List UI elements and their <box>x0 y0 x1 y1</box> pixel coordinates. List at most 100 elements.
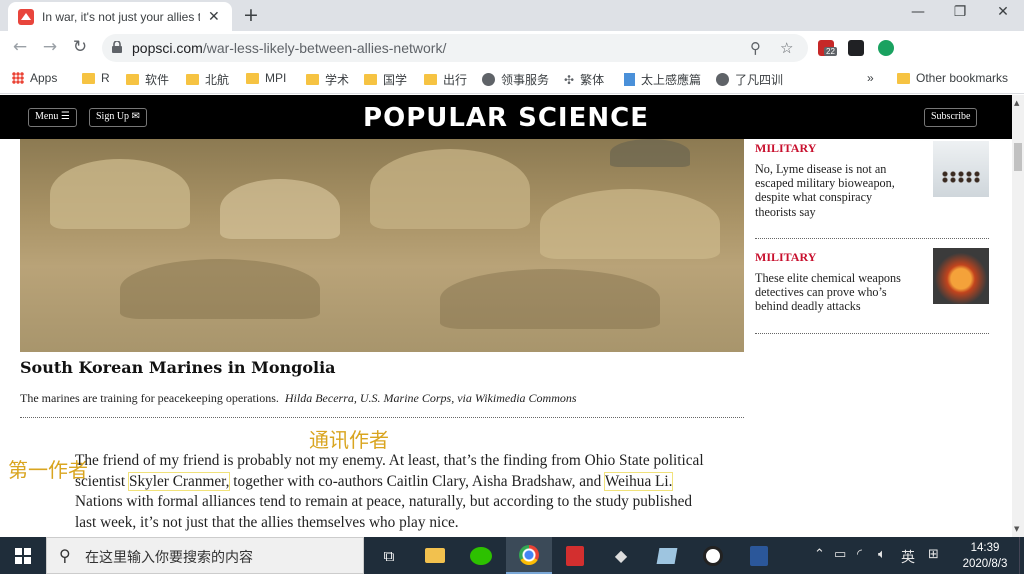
bookmark-apps[interactable]: Apps <box>12 71 57 85</box>
bookmark-folder-beihang[interactable]: 北航 <box>186 71 229 88</box>
bookmark-folder-academic[interactable]: 学术 <box>306 71 349 88</box>
restore-button[interactable]: ❐ <box>945 4 975 20</box>
chrome-app[interactable] <box>506 537 552 574</box>
ime-indicator[interactable]: 英 <box>901 547 915 567</box>
bookmark-label: Other bookmarks <box>916 71 1009 85</box>
url-text: popsci.com/war-less-likely-between-allie… <box>132 40 446 56</box>
start-button[interactable] <box>0 537 46 574</box>
bookmark-folder-r[interactable]: R <box>82 71 110 85</box>
bookmark-liaofan[interactable]: 了凡四训 <box>716 71 783 88</box>
clock-time: 14:39 <box>970 542 1000 554</box>
word-app[interactable] <box>736 537 782 574</box>
active-tab[interactable]: In war, it's not just your allies t ✕ <box>8 2 232 31</box>
network-icon[interactable]: ◜ <box>857 547 862 562</box>
annotation-corresponding-author: 通讯作者 <box>309 428 389 452</box>
author-highlight: Skyler Cranmer, <box>127 471 231 491</box>
bookmark-label: 太上感應篇 <box>641 73 702 87</box>
bookmark-folder-software[interactable]: 软件 <box>126 71 169 88</box>
bookmark-folder-travel[interactable]: 出行 <box>424 71 467 88</box>
folder-icon <box>364 74 377 85</box>
sidebar-article[interactable]: MILITARY No, Lyme disease is not an esca… <box>755 141 989 219</box>
new-tab-button[interactable]: + <box>243 5 259 25</box>
task-view-button[interactable]: ⧉ <box>366 537 412 574</box>
battery-icon[interactable]: ▭ <box>834 547 846 562</box>
page-scrollbar[interactable]: ▲ ▼ <box>1012 95 1024 537</box>
inkscape-app[interactable]: ◆ <box>598 537 644 574</box>
scrollbar-thumb[interactable] <box>1014 143 1022 171</box>
article-link[interactable]: No, Lyme disease is not an escaped milit… <box>755 162 915 219</box>
lock-icon <box>112 41 122 53</box>
clock-date: 2020/8/3 <box>962 558 1008 570</box>
notes-icon <box>656 547 678 564</box>
forward-button[interactable]: → <box>39 37 61 57</box>
bookmark-label: 了凡四训 <box>735 73 784 87</box>
adblock-extension-icon[interactable]: 22 <box>818 40 837 56</box>
article-thumbnail[interactable] <box>933 141 989 197</box>
article-thumbnail[interactable] <box>933 248 989 304</box>
file-explorer-app[interactable] <box>412 537 458 574</box>
minimize-button[interactable]: — <box>903 4 933 20</box>
chrome-icon <box>519 544 539 565</box>
notes-app[interactable] <box>644 537 690 574</box>
bookmark-ganying[interactable]: 太上感應篇 <box>624 71 701 88</box>
bookmark-folder-guoxue[interactable]: 国学 <box>364 71 407 88</box>
grammarly-extension-icon[interactable] <box>878 40 894 56</box>
show-desktop-button[interactable] <box>1019 537 1024 574</box>
hero-photo <box>20 139 744 352</box>
scroll-up-icon[interactable]: ▲ <box>1014 99 1019 107</box>
taskbar-search-box[interactable]: ⚲ 在这里输入你要搜索的内容 <box>46 537 364 574</box>
bookmark-star-icon[interactable]: ☆ <box>780 39 793 57</box>
divider <box>755 238 989 239</box>
tab-strip: In war, it's not just your allies t ✕ + … <box>0 0 1024 31</box>
bookmark-traditional[interactable]: ✣ 繁体 <box>564 71 604 88</box>
windows-logo-icon <box>15 548 31 564</box>
popsci-favicon-icon <box>18 8 34 25</box>
sidebar-article[interactable]: MILITARY These elite chemical weapons de… <box>755 248 989 314</box>
tab-title: In war, it's not just your allies t <box>42 9 200 24</box>
bookmark-label: 北航 <box>205 73 230 87</box>
tray-overflow-icon[interactable]: ⌃ <box>814 547 825 562</box>
taskbar-clock[interactable]: 14:39 2020/8/3 <box>952 540 1018 572</box>
reload-button[interactable]: ↻ <box>69 37 91 57</box>
url-host: popsci.com <box>132 40 203 56</box>
subscribe-button[interactable]: Subscribe <box>924 108 978 127</box>
word-icon <box>750 545 768 566</box>
photo-caption: The marines are training for peacekeepin… <box>20 391 577 406</box>
bookmark-label: MPI <box>265 71 287 85</box>
article-link[interactable]: These elite chemical weapons detectives … <box>755 271 915 314</box>
folder-icon <box>82 72 95 84</box>
panda-icon <box>703 545 723 566</box>
close-window-button[interactable]: ✕ <box>988 4 1018 20</box>
site-header: Menu ☰ Sign Up ✉ POPULAR SCIENCE Subscri… <box>0 95 1012 139</box>
back-button[interactable]: ← <box>9 37 31 57</box>
ime-mode-icon[interactable]: ⊞ <box>928 547 939 562</box>
bookmarks-overflow-button[interactable]: » <box>867 71 874 85</box>
article-paragraph: The friend of my friend is probably not … <box>75 451 715 534</box>
search-placeholder: 在这里输入你要搜索的内容 <box>85 550 253 566</box>
bookmark-folder-mpi[interactable]: MPI <box>246 71 286 85</box>
apps-grid-icon <box>12 72 24 84</box>
caption-title: South Korean Marines in Mongolia <box>20 358 336 377</box>
pdf-icon <box>566 545 584 566</box>
other-bookmarks[interactable]: Other bookmarks <box>897 71 1008 85</box>
panda-app[interactable] <box>690 537 736 574</box>
wechat-app[interactable] <box>458 537 504 574</box>
bookmark-consular[interactable]: 领事服务 <box>482 71 549 88</box>
task-view-icon: ⧉ <box>383 546 395 565</box>
page-icon <box>624 73 635 86</box>
close-tab-icon[interactable]: ✕ <box>208 9 220 25</box>
wechat-icon <box>470 546 492 565</box>
volume-icon[interactable]: 🔈︎ <box>878 547 886 562</box>
page-content: South Korean Marines in Mongolia The mar… <box>0 139 1012 537</box>
scroll-down-icon[interactable]: ▼ <box>1014 525 1019 533</box>
bookmark-label: 出行 <box>443 73 468 87</box>
search-icon: ⚲ <box>59 546 71 565</box>
address-bar[interactable]: popsci.com/war-less-likely-between-allie… <box>102 34 808 62</box>
site-logo[interactable]: POPULAR SCIENCE <box>0 103 1012 133</box>
acrobat-app[interactable] <box>552 537 598 574</box>
globe-icon <box>482 73 495 86</box>
bookmark-label: 繁体 <box>580 73 605 87</box>
terminal-extension-icon[interactable] <box>848 40 864 56</box>
zoom-icon[interactable]: ⚲ <box>750 39 761 57</box>
folder-icon <box>246 72 259 84</box>
